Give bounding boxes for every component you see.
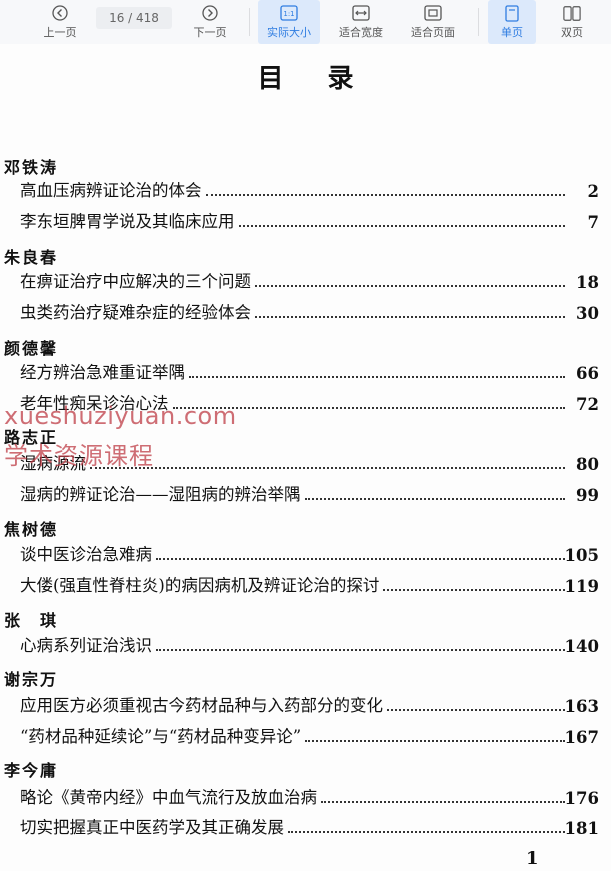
leader-dots [205, 194, 565, 196]
fit-page-icon [424, 4, 442, 22]
single-page-button[interactable]: 单页 [488, 0, 536, 44]
toc-entry[interactable]: 切实把握真正中医药学及其正确发展 181 [20, 816, 599, 838]
toc-entry-page: 167 [564, 728, 599, 747]
toc-author: 谢宗万 [4, 670, 59, 689]
toc-entry-page: 80 [576, 455, 599, 474]
single-page-label: 单页 [501, 26, 523, 39]
prev-page-button[interactable]: 上一页 [38, 0, 82, 44]
toc-entry[interactable]: 高血压病辨证论治的体会 2 [20, 179, 599, 201]
double-page-button[interactable]: 双页 [548, 0, 596, 44]
single-page-icon [503, 4, 521, 22]
toc-entry-title: 略论《黄帝内经》中血气流行及放血治病 [20, 788, 317, 807]
toc-entry-title: 虫类药治疗疑难杂症的经验体会 [20, 303, 251, 322]
leader-dots [387, 709, 565, 711]
toc-entry-title: 湿病的辨证论治——湿阻病的辨治举隅 [20, 485, 301, 504]
double-page-icon [563, 4, 581, 22]
toc-entry[interactable]: 应用医方必须重视古今药材品种与入药部分的变化 163 [20, 694, 599, 716]
toc-entry[interactable]: 虫类药治疗疑难杂症的经验体会 30 [20, 301, 599, 323]
toc-entry-page: 176 [564, 789, 599, 808]
leader-dots [321, 801, 565, 803]
leader-dots [383, 589, 565, 591]
next-page-label: 下一页 [193, 26, 227, 39]
fit-page-button[interactable]: 适合页面 [404, 0, 462, 44]
fit-width-label: 适合宽度 [339, 26, 383, 39]
leader-dots [156, 558, 565, 560]
viewer-toolbar: 上一页 16 / 418 下一页 1:1 实际大小 适合宽度 适合页面 单页 双… [0, 0, 611, 45]
leader-dots [255, 285, 565, 287]
fit-width-button[interactable]: 适合宽度 [332, 0, 390, 44]
toc-author: 焦树德 [4, 520, 59, 539]
toc-entry-page: 72 [576, 395, 599, 414]
leader-dots [304, 498, 565, 500]
toc-entry-page: 18 [576, 273, 599, 292]
actual-size-label: 实际大小 [267, 26, 311, 39]
actual-size-icon-text: 1:1 [283, 10, 294, 18]
document-page: 目录 邓铁涛 高血压病辨证论治的体会 2 李东垣脾胃学说及其临床应用 7 朱良春… [0, 44, 611, 871]
toc-entry-title: 在痹证治疗中应解决的三个问题 [20, 272, 251, 291]
toc-entry-title: 李东垣脾胃学说及其临床应用 [20, 212, 235, 231]
leader-dots [288, 831, 565, 833]
fit-width-icon [352, 4, 370, 22]
chevron-left-circle-icon [51, 4, 69, 22]
watermark-url: xueshuziyuan.com [4, 402, 237, 430]
toc-entry[interactable]: 大偻(强直性脊柱炎)的病因病机及辨证论治的探讨 119 [20, 574, 599, 596]
actual-size-button[interactable]: 1:1 实际大小 [258, 0, 320, 44]
double-page-label: 双页 [561, 26, 583, 39]
toc-entry-title: 应用医方必须重视古今药材品种与入药部分的变化 [20, 696, 383, 715]
toc-entry-page: 30 [576, 304, 599, 323]
toc-entry[interactable]: 谈中医诊治急难病 105 [20, 543, 599, 565]
toc-entry-title: 经方辨治急难重证举隅 [20, 363, 185, 382]
toc-entry[interactable]: 湿病的辨证论治——湿阻病的辨治举隅 99 [20, 483, 599, 505]
toc-entry-page: 163 [564, 697, 599, 716]
toc-entry-title: “药材品种延续论”与“药材品种变异论” [20, 727, 302, 746]
toc-entry-page: 99 [576, 486, 599, 505]
toc-author: 张 琪 [4, 611, 59, 630]
toolbar-divider [249, 8, 250, 36]
toolbar-divider [478, 8, 479, 36]
toc-entry[interactable]: 李东垣脾胃学说及其临床应用 7 [20, 210, 599, 232]
page-indicator-input[interactable]: 16 / 418 [96, 7, 172, 29]
toc-entry-title: 高血压病辨证论治的体会 [20, 181, 202, 200]
actual-size-icon: 1:1 [280, 4, 298, 22]
toc-entry[interactable]: 在痹证治疗中应解决的三个问题 18 [20, 270, 599, 292]
toc-entry-page: 66 [576, 364, 599, 383]
toc-entry-page: 105 [564, 546, 599, 565]
toc-entry[interactable]: 经方辨治急难重证举隅 66 [20, 361, 599, 383]
fit-page-label: 适合页面 [411, 26, 455, 39]
toc-entry-page: 181 [564, 819, 599, 838]
toc-entry[interactable]: 心病系列证治浅识 140 [20, 634, 599, 656]
toc-title: 目录 [257, 64, 398, 94]
next-page-button[interactable]: 下一页 [188, 0, 232, 44]
toc-entry[interactable]: “药材品种延续论”与“药材品种变异论” 167 [20, 725, 599, 747]
toc-entry-title: 谈中医诊治急难病 [20, 545, 152, 564]
leader-dots [90, 467, 565, 469]
toc-entry-title: 大偻(强直性脊柱炎)的病因病机及辨证论治的探讨 [20, 576, 380, 595]
toc-entry-page: 2 [587, 182, 599, 201]
toc-author: 朱良春 [4, 248, 59, 267]
toc-author: 邓铁涛 [4, 158, 59, 177]
chevron-right-circle-icon [201, 4, 219, 22]
toc-entry[interactable]: 略论《黄帝内经》中血气流行及放血治病 176 [20, 786, 599, 808]
leader-dots [255, 316, 565, 318]
toc-entry-page: 119 [564, 577, 599, 596]
leader-dots [305, 740, 565, 742]
toc-author: 颜德馨 [4, 339, 59, 358]
watermark-text: 学术资源课程 [4, 442, 154, 470]
toc-entry-page: 7 [587, 213, 599, 232]
prev-page-label: 上一页 [43, 26, 77, 39]
leader-dots [238, 225, 565, 227]
toc-entry-title: 切实把握真正中医药学及其正确发展 [20, 818, 284, 837]
toc-author: 李今庸 [4, 761, 59, 780]
leader-dots [156, 649, 565, 651]
page-number: 1 [526, 848, 539, 869]
leader-dots [189, 376, 565, 378]
toc-entry-page: 140 [564, 637, 599, 656]
toc-entry-title: 心病系列证治浅识 [20, 636, 152, 655]
